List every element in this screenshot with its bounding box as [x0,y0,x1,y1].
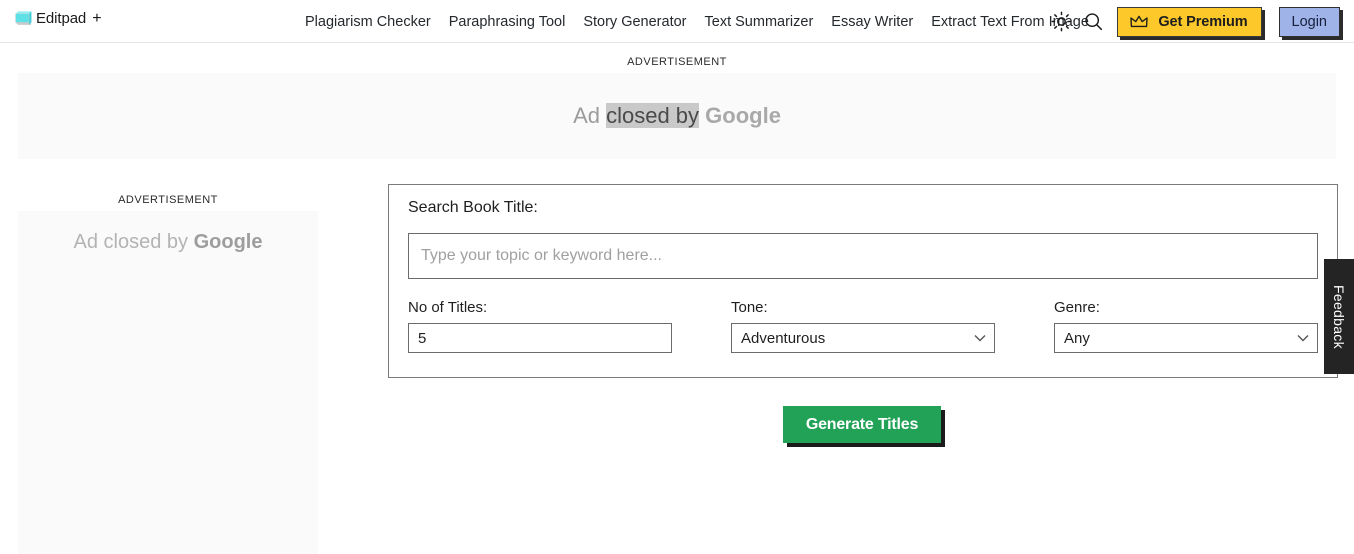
num-titles-input[interactable] [408,323,672,353]
search-button[interactable] [1077,6,1109,38]
login-button[interactable]: Login [1278,6,1340,37]
sun-icon [1051,11,1072,32]
form-options-row: No of Titles: Tone: Adventurous Genre: A… [408,299,1318,365]
top-ad-text-suffix: Google [699,103,781,128]
left-ad-slot[interactable]: Ad closed by Google [18,211,318,554]
tone-field: Tone: Adventurous [731,299,995,365]
nav-item-paraphrasing-tool[interactable]: Paraphrasing Tool [440,14,575,30]
search-icon [1085,13,1102,31]
feedback-tab-label: Feedback [1331,284,1347,349]
nav-item-story-generator[interactable]: Story Generator [574,14,695,30]
num-titles-label: No of Titles: [408,299,488,316]
top-ad-text-prefix: Ad [573,103,607,128]
feedback-tab[interactable]: Feedback [1324,259,1354,374]
top-ad-text-highlight: closed by [606,103,700,128]
tone-select[interactable]: Adventurous [731,323,995,353]
nav-item-text-summarizer[interactable]: Text Summarizer [696,14,823,30]
main-navigation: Plagiarism Checker Paraphrasing Tool Sto… [305,0,1098,43]
generate-titles-button[interactable]: Generate Titles [783,406,941,443]
form-title: Search Book Title: [408,199,538,216]
brand-name: Editpad [36,10,87,27]
get-premium-button[interactable]: Get Premium [1117,6,1262,37]
theme-toggle-button[interactable] [1045,6,1077,38]
book-title-search-input[interactable] [408,233,1318,279]
top-ad-placeholder-text: Ad closed by Google [573,103,781,129]
genre-select[interactable]: Any [1054,323,1318,353]
tone-label: Tone: [731,299,768,316]
genre-field: Genre: Any [1054,299,1318,365]
brand-plus: + [92,9,102,27]
crown-icon [1130,15,1149,27]
nav-item-plagiarism-checker[interactable]: Plagiarism Checker [305,14,440,30]
login-label: Login [1291,13,1327,30]
genre-label: Genre: [1054,299,1100,316]
site-header: Editpad + Plagiarism Checker Paraphrasin… [0,0,1354,43]
top-ad-slot[interactable]: Ad closed by Google [18,73,1336,159]
header-actions: Get Premium Login [1045,0,1344,43]
left-ad-placeholder-text: Ad closed by Google [18,231,318,254]
top-ad-label: ADVERTISEMENT [627,56,727,68]
nav-item-essay-writer[interactable]: Essay Writer [822,14,922,30]
notepad-icon [15,11,32,25]
left-ad-text-prefix: Ad closed by [73,231,194,253]
left-ad-text-brand: Google [193,231,263,253]
num-titles-field: No of Titles: [408,299,672,365]
brand-logo[interactable]: Editpad + [14,9,102,28]
get-premium-label: Get Premium [1158,13,1248,30]
book-title-generator-form: Search Book Title: No of Titles: Tone: A… [388,184,1338,378]
left-ad-label: ADVERTISEMENT [118,194,218,206]
